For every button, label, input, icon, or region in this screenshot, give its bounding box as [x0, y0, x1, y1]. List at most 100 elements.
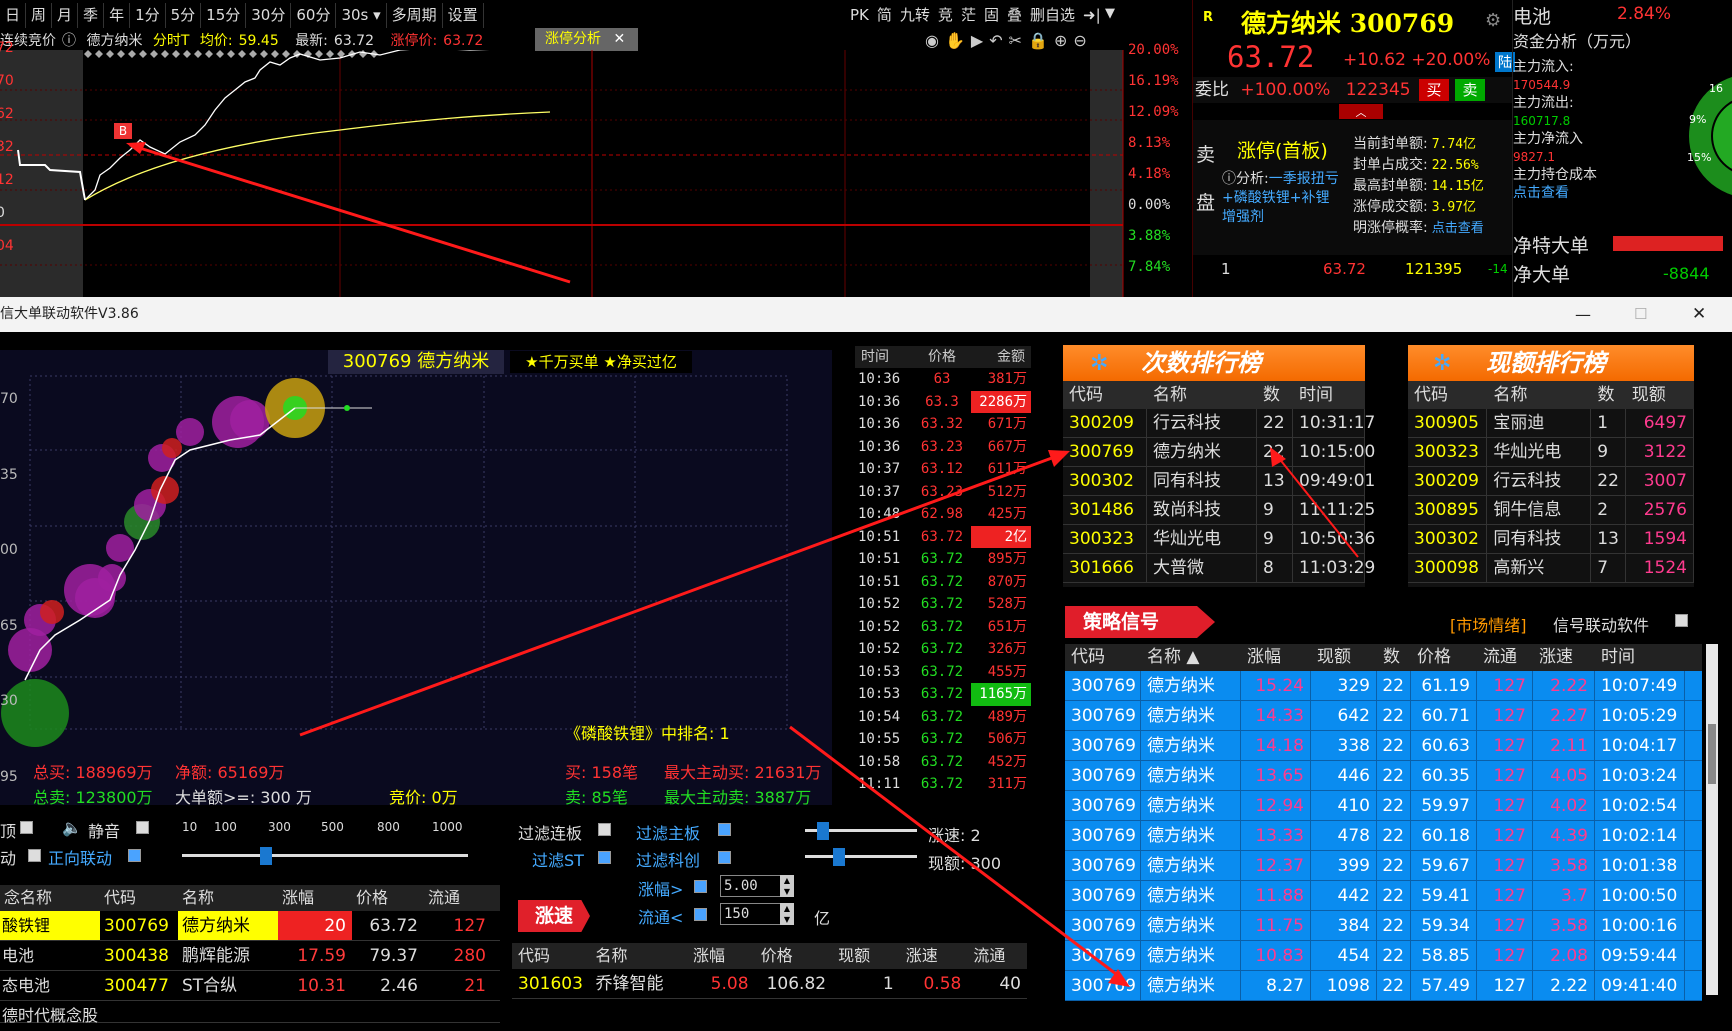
scissors-icon[interactable]: ✂	[1009, 31, 1028, 50]
toolbar-right-item-5[interactable]: 固	[980, 3, 1003, 28]
toolbar-item-12[interactable]: 设置	[443, 3, 484, 28]
threshold-slider[interactable]: 10 100 300 500 800 1000	[180, 820, 470, 865]
toolbar-item-11[interactable]: 多周期	[387, 3, 443, 28]
scrollbar[interactable]	[1706, 644, 1718, 995]
rank-row[interactable]: 300905 宝丽迪 1 6497	[1408, 409, 1694, 438]
stat-value[interactable]: 点击查看	[1432, 221, 1484, 236]
speed-button[interactable]: 涨速	[518, 900, 590, 932]
strategy-row[interactable]: 300769 德方纳米 10.83 454 22 58.85 127 2.08 09:59:44	[1065, 941, 1702, 971]
lt-stepper[interactable]: ▲ ▼	[780, 903, 794, 925]
toolbar-item-5[interactable]: 1分	[130, 3, 166, 28]
toolbar-right-item-4[interactable]: 茫	[957, 3, 980, 28]
toolbar-item-3[interactable]: 季	[78, 3, 105, 28]
amount-thumb[interactable]	[833, 848, 845, 866]
collapse-icon[interactable]: ︿	[1339, 104, 1383, 119]
maximize-button[interactable]: ☐	[1634, 297, 1647, 332]
lt-checkbox[interactable]	[694, 908, 707, 921]
cost-link[interactable]: 点击查看	[1513, 184, 1663, 202]
strategy-col-0[interactable]: 代码	[1065, 644, 1141, 671]
strategy-row[interactable]: 300769 德方纳米 11.75 384 22 59.34 127 3.58 10:00:16	[1065, 911, 1702, 941]
strategy-col-4[interactable]: 数	[1377, 644, 1411, 671]
strategy-row[interactable]: 300769 德方纳米 14.33 642 22 60.71 127 2.27 10:05:29	[1065, 701, 1702, 731]
chart-type[interactable]: 分时T	[153, 33, 190, 49]
limit-analysis-tab[interactable]: 涨停分析 ✕	[535, 28, 638, 51]
rank-row[interactable]: 300323 华灿光电 9 10:50:36	[1063, 525, 1375, 554]
concept-name[interactable]: 酸铁锂	[0, 911, 100, 940]
rank-row[interactable]: 300209 行云科技 22 3007	[1408, 467, 1694, 496]
strategy-col-5[interactable]: 价格	[1411, 644, 1477, 671]
strategy-row[interactable]: 300769 德方纳米 8.27 1098 22 57.49 127 2.22 09:41:40	[1065, 971, 1702, 1001]
minimize-button[interactable]: —	[1575, 297, 1591, 332]
toolbar-item-2[interactable]: 月	[52, 3, 79, 28]
zf-checkbox[interactable]	[694, 880, 707, 893]
lock-icon[interactable]: 🔒	[1028, 31, 1054, 50]
rank-row[interactable]: 300302 同有科技 13 09:49:01	[1063, 467, 1375, 496]
toolbar-item-9[interactable]: 60分	[291, 3, 337, 28]
slider-thumb[interactable]	[260, 847, 272, 865]
buy-marker[interactable]: B	[114, 123, 132, 139]
strategy-row[interactable]: 300769 德方纳米 11.88 442 22 59.41 127 3.7 10:00:50	[1065, 881, 1702, 911]
toolbar-right-item-6[interactable]: 叠	[1003, 3, 1026, 28]
rank-row[interactable]: 300302 同有科技 13 1594	[1408, 525, 1694, 554]
zf-input[interactable]	[720, 875, 786, 897]
rank-row[interactable]: 301666 大普微 8 11:03:29	[1063, 554, 1375, 583]
rank-row[interactable]: 300209 行云科技 22 10:31:17	[1063, 409, 1375, 438]
close-button[interactable]: ✕	[1692, 297, 1706, 332]
toolbar-right-item-3[interactable]: 竞	[934, 3, 957, 28]
speed-thumb[interactable]	[817, 822, 829, 840]
filter-main-checkbox[interactable]	[718, 823, 731, 836]
mode-b-checkbox[interactable]	[28, 849, 41, 862]
toolbar-item-1[interactable]: 周	[26, 3, 53, 28]
toolbar-right-item-1[interactable]: 简	[873, 3, 896, 28]
strategy-col-8[interactable]: 时间	[1595, 644, 1685, 671]
rank-row[interactable]: 300098 高新兴 7 1524	[1408, 554, 1694, 583]
strategy-col-3[interactable]: 现额	[1311, 644, 1377, 671]
mode-a-checkbox[interactable]	[20, 821, 33, 834]
gear-icon[interactable]: ⚙	[1485, 10, 1501, 31]
concept-row[interactable]: 酸铁锂 300769 德方纳米 20 63.72 127	[0, 911, 500, 941]
filter-lianban-checkbox[interactable]	[598, 823, 611, 836]
toolbar-item-0[interactable]: 日	[0, 3, 27, 28]
quiet-checkbox[interactable]	[136, 821, 149, 834]
strategy-col-2[interactable]: 涨幅	[1241, 644, 1311, 671]
chart-tools[interactable]: ◉✋▶↶✂🔒⊕⊖	[925, 31, 1093, 50]
hand-icon[interactable]: ✋	[945, 31, 971, 50]
toolbar-item-4[interactable]: 年	[104, 3, 131, 28]
forward-checkbox[interactable]	[128, 849, 141, 862]
speed-sliders[interactable]	[805, 822, 920, 866]
zf-stepper[interactable]: ▲ ▼	[780, 875, 794, 897]
toolbar-item-7[interactable]: 15分	[201, 3, 247, 28]
toolbar-right-item-2[interactable]: 九转	[896, 3, 934, 28]
info-icon[interactable]: ⓘ	[62, 33, 76, 49]
rank-row[interactable]: 300769 德方纳米 22 10:15:00	[1063, 438, 1375, 467]
concept-name[interactable]: 德时代概念股	[0, 1001, 100, 1025]
concept-name[interactable]: 态电池	[0, 971, 100, 1000]
undo-icon[interactable]: ↶	[989, 31, 1008, 50]
zoom-in-icon[interactable]: ⊕	[1054, 31, 1073, 50]
strategy-row[interactable]: 300769 德方纳米 13.65 446 22 60.35 127 4.05 10:03:24	[1065, 761, 1702, 791]
buy-button[interactable]: 买	[1419, 79, 1449, 101]
chevron-down-icon[interactable]: ▼	[1105, 6, 1115, 21]
concept-row[interactable]: 态电池 300477 ST合纵 10.31 2.46 21	[0, 971, 500, 1001]
link-checkbox[interactable]	[1675, 614, 1688, 627]
toolbar-right-item-0[interactable]: PK	[846, 3, 873, 28]
toolbar-arrow-icon[interactable]: ➜|	[1083, 6, 1101, 24]
sell-button[interactable]: 卖	[1455, 79, 1485, 101]
market-link[interactable]: [市场情绪]	[1450, 612, 1527, 636]
strategy-row[interactable]: 300769 德方纳米 12.37 399 22 59.67 127 3.58 10:01:38	[1065, 851, 1702, 881]
strategy-row[interactable]: 300769 德方纳米 15.24 329 22 61.19 127 2.22 10:07:49	[1065, 671, 1702, 701]
toolbar-item-10[interactable]: 30s ▾	[336, 3, 387, 28]
concept-row[interactable]: 德时代概念股	[0, 1001, 500, 1025]
filter-kc-checkbox[interactable]	[718, 851, 731, 864]
strategy-row[interactable]: 300769 德方纳米 14.18 338 22 60.63 127 2.11 10:04:17	[1065, 731, 1702, 761]
strategy-row[interactable]: 300769 德方纳米 13.33 478 22 60.18 127 4.39 10:02:14	[1065, 821, 1702, 851]
toolbar-item-6[interactable]: 5分	[166, 3, 202, 28]
rank-row[interactable]: 301486 致尚科技 9 11:11:25	[1063, 496, 1375, 525]
filter-st-checkbox[interactable]	[598, 851, 611, 864]
strategy-row[interactable]: 300769 德方纳米 12.94 410 22 59.97 127 4.02 10:02:54	[1065, 791, 1702, 821]
strategy-col-7[interactable]: 涨速	[1533, 644, 1595, 671]
rank-row[interactable]: 300323 华灿光电 9 3122	[1408, 438, 1694, 467]
toolbar-item-8[interactable]: 30分	[246, 3, 292, 28]
concept-row[interactable]: 电池 300438 鹏辉能源 17.59 79.37 280	[0, 941, 500, 971]
concept-name[interactable]: 电池	[0, 941, 100, 970]
